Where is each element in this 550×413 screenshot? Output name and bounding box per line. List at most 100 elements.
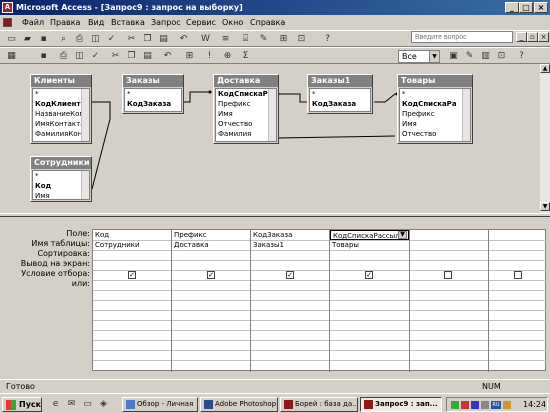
field-item[interactable]: * bbox=[400, 89, 470, 99]
grid-field-cell[interactable]: КодЗаказа bbox=[251, 230, 329, 240]
quicklaunch-app-icon[interactable]: ◈ bbox=[98, 399, 109, 410]
new-object2-icon[interactable]: ⊡ bbox=[496, 51, 507, 62]
preview-icon[interactable]: ◫ bbox=[74, 51, 85, 62]
spell-icon[interactable]: ✓ bbox=[90, 51, 101, 62]
new-object-icon[interactable]: ⊡ bbox=[296, 34, 307, 45]
grid-table-cell[interactable]: Товары bbox=[330, 240, 408, 250]
quicklaunch-ie-icon[interactable]: e bbox=[50, 399, 61, 410]
cut2-icon[interactable]: ✂ bbox=[110, 51, 121, 62]
field-item[interactable]: * bbox=[310, 89, 370, 99]
paste-icon[interactable]: ▤ bbox=[158, 34, 169, 45]
menu-insert[interactable]: Вставка bbox=[111, 15, 145, 30]
field-item[interactable]: Имя bbox=[216, 109, 276, 119]
field-item[interactable]: КодСпискаРа bbox=[400, 99, 470, 109]
minimize-button[interactable]: _ bbox=[505, 2, 519, 13]
clock[interactable]: 14:24 bbox=[523, 398, 546, 411]
scroll-up-icon[interactable]: ▲ bbox=[540, 64, 550, 73]
close-button[interactable]: × bbox=[534, 2, 548, 13]
table-employees[interactable]: Сотрудники * Код Имя bbox=[30, 156, 92, 202]
show-checkbox[interactable]: ✓ bbox=[128, 271, 136, 279]
menu-view[interactable]: Вид bbox=[88, 15, 104, 30]
copy2-icon[interactable]: ❐ bbox=[126, 51, 137, 62]
tray-app-icon[interactable] bbox=[471, 401, 479, 409]
help2-icon[interactable]: ? bbox=[516, 51, 527, 62]
tray-volume-icon[interactable] bbox=[481, 401, 489, 409]
top-values-combo[interactable]: Все ▼ bbox=[398, 50, 440, 63]
build-icon[interactable]: ✎ bbox=[464, 51, 475, 62]
show-checkbox[interactable]: ✓ bbox=[286, 271, 294, 279]
office-links-icon[interactable]: W bbox=[200, 34, 211, 45]
grid-field-cell-selected[interactable]: КодСпискаРассыл ▼ bbox=[330, 230, 409, 240]
code-icon[interactable]: ⌸ bbox=[240, 34, 251, 45]
grid-table-cell[interactable]: Доставка bbox=[172, 240, 250, 250]
table-scrollbar[interactable] bbox=[462, 89, 470, 141]
field-item[interactable]: Префикс bbox=[400, 109, 470, 119]
table-orders[interactable]: Заказы * КодЗаказа bbox=[122, 74, 184, 114]
relationships-icon[interactable]: ⊞ bbox=[278, 34, 289, 45]
save-query-icon[interactable]: ▪ bbox=[38, 51, 49, 62]
query-type-icon[interactable]: ⊞ bbox=[184, 51, 195, 62]
language-indicator-icon[interactable]: RU bbox=[491, 401, 501, 409]
field-item[interactable]: Фамилия bbox=[216, 129, 276, 139]
cut-icon[interactable]: ✂ bbox=[126, 34, 137, 45]
task-borey-db[interactable]: Борей : база да... bbox=[280, 397, 358, 412]
menu-edit[interactable]: Правка bbox=[50, 15, 80, 30]
database-window-icon[interactable]: ▥ bbox=[480, 51, 491, 62]
table-scrollbar[interactable] bbox=[81, 171, 89, 199]
properties-icon[interactable]: ▣ bbox=[448, 51, 459, 62]
access-app-icon[interactable]: A bbox=[2, 2, 13, 13]
save-icon[interactable]: ▪ bbox=[38, 34, 49, 45]
print-preview-icon[interactable]: ◫ bbox=[90, 34, 101, 45]
field-item[interactable]: КодЗаказа bbox=[125, 99, 181, 109]
start-button[interactable]: Пуск bbox=[2, 397, 42, 412]
maximize-button[interactable]: □ bbox=[519, 2, 533, 13]
analyze-icon[interactable]: ≡ bbox=[220, 34, 231, 45]
grid-field-cell[interactable]: Код bbox=[93, 230, 171, 240]
view-icon[interactable]: ▦ bbox=[6, 51, 17, 62]
table-products[interactable]: Товары * КодСпискаРа Префикс Имя Отчеств… bbox=[397, 74, 473, 144]
grid-field-cell[interactable]: Префикс bbox=[172, 230, 250, 240]
table-scrollbar[interactable] bbox=[81, 89, 89, 141]
field-item[interactable]: Отчество bbox=[216, 119, 276, 129]
script-icon[interactable]: ✎ bbox=[258, 34, 269, 45]
grid-area[interactable]: Код Префикс КодЗаказа КодСпискаРассыл ▼ … bbox=[92, 229, 547, 372]
grid-table-cell[interactable]: Заказы1 bbox=[251, 240, 329, 250]
scroll-down-icon[interactable]: ▼ bbox=[540, 202, 550, 211]
field-item[interactable]: КодЗаказа bbox=[310, 99, 370, 109]
quicklaunch-outlook-icon[interactable]: ✉ bbox=[66, 399, 77, 410]
copy-icon[interactable]: ❐ bbox=[142, 34, 153, 45]
field-item[interactable]: КодСпискаРа bbox=[216, 89, 276, 99]
menu-tools[interactable]: Сервис bbox=[186, 15, 216, 30]
grid-table-cell[interactable]: Сотрудники bbox=[93, 240, 171, 250]
table-delivery[interactable]: Доставка КодСпискаРа Префикс Имя Отчеств… bbox=[213, 74, 279, 144]
menu-query[interactable]: Запрос bbox=[151, 15, 181, 30]
table-title[interactable]: Сотрудники bbox=[31, 157, 91, 169]
task-query9[interactable]: Запрос9 : зап... bbox=[360, 397, 442, 412]
open-icon[interactable]: ▰ bbox=[22, 34, 33, 45]
field-item[interactable]: Имя bbox=[400, 119, 470, 129]
print-query-icon[interactable]: ⎙ bbox=[58, 51, 69, 62]
field-item[interactable]: Отчество bbox=[400, 129, 470, 139]
spelling-icon[interactable]: ✓ bbox=[106, 34, 117, 45]
chevron-down-icon[interactable]: ▼ bbox=[398, 231, 407, 239]
table-title[interactable]: Товары bbox=[398, 75, 472, 87]
table-title[interactable]: Клиенты bbox=[31, 75, 91, 87]
show-checkbox[interactable] bbox=[514, 271, 522, 279]
menu-window[interactable]: Окно bbox=[222, 15, 243, 30]
menu-file[interactable]: Файл bbox=[22, 15, 44, 30]
undo2-icon[interactable]: ↶ bbox=[162, 51, 173, 62]
diagram-vertical-scrollbar[interactable]: ▲ ▼ bbox=[540, 64, 550, 213]
paste2-icon[interactable]: ▤ bbox=[142, 51, 153, 62]
menu-help[interactable]: Справка bbox=[250, 15, 285, 30]
tray-network-icon[interactable] bbox=[451, 401, 459, 409]
tray-antivirus-icon[interactable] bbox=[461, 401, 469, 409]
tray-misc-icon[interactable] bbox=[503, 401, 511, 409]
task-photoshop[interactable]: Adobe Photoshop bbox=[200, 397, 278, 412]
table-scrollbar[interactable] bbox=[268, 89, 276, 141]
run-icon[interactable]: ! bbox=[204, 51, 215, 62]
task-outlook[interactable]: Обзор - Личная bbox=[122, 397, 198, 412]
field-item[interactable]: * bbox=[125, 89, 181, 99]
search-icon[interactable]: ⌕ bbox=[58, 34, 69, 45]
table-orders1[interactable]: Заказы1 * КодЗаказа bbox=[307, 74, 373, 114]
print-icon[interactable]: ⎙ bbox=[74, 34, 85, 45]
